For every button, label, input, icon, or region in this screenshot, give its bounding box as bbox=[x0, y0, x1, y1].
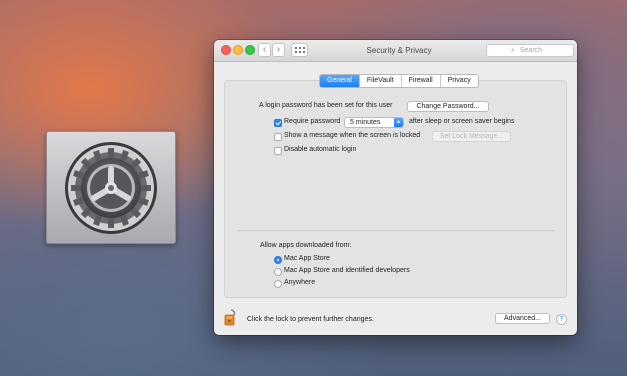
set-lock-message-button[interactable]: Set Lock Message... bbox=[432, 131, 511, 142]
tab-general[interactable]: General bbox=[320, 75, 359, 87]
close-button[interactable] bbox=[221, 45, 231, 55]
lock-button[interactable] bbox=[224, 308, 238, 331]
radio-identified-developers-label: Mac App Store and identified developers bbox=[284, 267, 410, 274]
general-panel: A login password has been set for this u… bbox=[224, 80, 567, 298]
search-icon: ⌕ bbox=[511, 47, 515, 54]
allow-apps-heading: Allow apps downloaded from: bbox=[260, 242, 352, 249]
unlocked-padlock-icon bbox=[224, 309, 236, 326]
radio-anywhere[interactable] bbox=[274, 280, 282, 288]
radio-mac-app-store[interactable] bbox=[274, 256, 282, 264]
radio-mac-app-store-label: Mac App Store bbox=[284, 255, 330, 262]
require-password-suffix: after sleep or screen saver begins bbox=[409, 118, 515, 125]
radio-identified-developers[interactable] bbox=[274, 268, 282, 276]
tab-bar: General FileVault Firewall Privacy bbox=[319, 74, 479, 88]
show-message-checkbox[interactable] bbox=[274, 133, 282, 141]
show-message-label: Show a message when the screen is locked bbox=[284, 132, 421, 139]
security-privacy-window: ‹ › Security & Privacy ⌕ Search General … bbox=[214, 40, 577, 335]
lock-status-text: Click the lock to prevent further change… bbox=[247, 316, 374, 323]
forward-button[interactable]: › bbox=[272, 43, 285, 57]
back-button[interactable]: ‹ bbox=[258, 43, 271, 57]
help-button[interactable]: ? bbox=[556, 314, 567, 325]
login-password-text: A login password has been set for this u… bbox=[259, 102, 393, 109]
tab-firewall[interactable]: Firewall bbox=[400, 75, 440, 87]
require-password-delay-value: 5 minutes bbox=[350, 119, 381, 126]
section-divider bbox=[237, 230, 555, 231]
minimize-button[interactable] bbox=[233, 45, 243, 55]
zoom-button[interactable] bbox=[245, 45, 255, 55]
chevron-updown-icon: ▴ bbox=[394, 118, 403, 127]
tab-filevault[interactable]: FileVault bbox=[358, 75, 401, 87]
advanced-button[interactable]: Advanced... bbox=[495, 313, 550, 324]
gear-icon bbox=[65, 142, 157, 234]
require-password-label: Require password bbox=[284, 118, 341, 125]
change-password-button[interactable]: Change Password... bbox=[407, 101, 489, 112]
tab-privacy[interactable]: Privacy bbox=[439, 75, 478, 87]
system-preferences-app-icon[interactable] bbox=[46, 131, 176, 244]
title-bar: ‹ › Security & Privacy ⌕ Search bbox=[214, 40, 577, 62]
require-password-delay-select[interactable]: 5 minutes ▴ bbox=[344, 117, 404, 128]
window-title: Security & Privacy bbox=[366, 46, 432, 55]
help-icon: ? bbox=[559, 316, 564, 323]
disable-automatic-login-label: Disable automatic login bbox=[284, 146, 357, 153]
chevron-right-icon: › bbox=[276, 44, 281, 55]
search-input[interactable]: ⌕ Search bbox=[486, 44, 574, 57]
search-placeholder: Search bbox=[520, 47, 543, 54]
show-all-button[interactable] bbox=[291, 43, 308, 57]
radio-anywhere-label: Anywhere bbox=[284, 279, 316, 286]
disable-automatic-login-checkbox[interactable] bbox=[274, 147, 282, 155]
require-password-checkbox[interactable] bbox=[274, 119, 282, 127]
chevron-left-icon: ‹ bbox=[262, 44, 267, 55]
